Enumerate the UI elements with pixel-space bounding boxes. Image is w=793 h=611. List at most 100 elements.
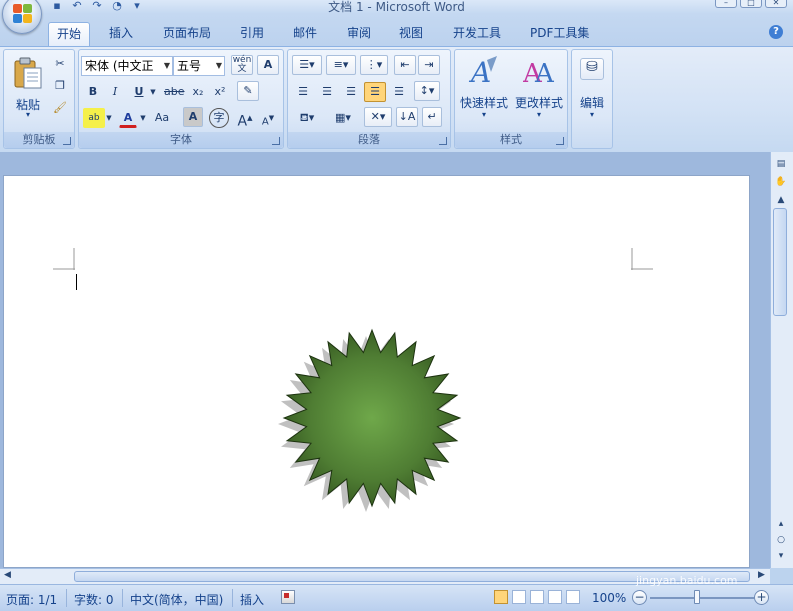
shrink-font-label: A xyxy=(261,116,269,128)
editing-button[interactable]: ⛁ 编辑 ▾ xyxy=(573,54,611,124)
close-button[interactable]: ✕ xyxy=(765,0,787,8)
paragraph-launcher-icon[interactable] xyxy=(439,137,447,145)
maximize-button[interactable]: □ xyxy=(740,0,762,8)
web-layout-icon[interactable] xyxy=(530,590,544,604)
scroll-right-icon[interactable]: ▶ xyxy=(758,570,765,580)
shading-icon[interactable]: ⛾▾ xyxy=(292,108,322,128)
underline-dropdown-icon[interactable]: ▼ xyxy=(149,82,157,102)
minimize-button[interactable]: – xyxy=(715,0,737,8)
grow-font-button[interactable]: A▲ xyxy=(235,108,255,130)
align-center-icon[interactable]: ☰ xyxy=(316,82,338,102)
word-count[interactable]: 字数: 0 xyxy=(74,591,114,608)
numbering-icon[interactable]: ≡▾ xyxy=(326,55,356,75)
multilevel-list-icon[interactable]: ⋮▾ xyxy=(360,55,388,75)
line-spacing-icon[interactable]: ↕▾ xyxy=(414,81,440,101)
highlight-icon[interactable]: ab xyxy=(83,108,105,128)
quick-styles-button[interactable]: A 快速样式 ▾ xyxy=(457,54,511,122)
styles-launcher-icon[interactable] xyxy=(556,137,564,145)
tab-home[interactable]: 开始 xyxy=(48,22,91,46)
help-icon[interactable]: ? xyxy=(769,25,783,39)
zoom-slider-track[interactable] xyxy=(650,597,754,599)
justify-icon[interactable]: ☰ xyxy=(364,82,386,102)
previous-page-icon[interactable]: ▴ xyxy=(774,518,788,530)
full-screen-reading-icon[interactable] xyxy=(512,590,526,604)
undo-icon[interactable]: ↶ xyxy=(70,0,84,12)
borders-icon[interactable]: ▦▾ xyxy=(328,108,358,128)
clipboard-launcher-icon[interactable] xyxy=(63,137,71,145)
font-name-select[interactable]: 宋体 (中文正 ▼ xyxy=(81,56,173,76)
format-painter-icon[interactable]: 🖌 xyxy=(50,98,70,118)
margin-corner-top-left xyxy=(53,248,75,270)
insert-mode[interactable]: 插入 xyxy=(240,591,264,608)
sort-icon[interactable]: ↓A xyxy=(396,107,418,127)
character-border-button[interactable]: A xyxy=(257,55,279,75)
scroll-left-icon[interactable]: ◀ xyxy=(4,570,11,580)
superscript-button[interactable]: x² xyxy=(211,82,229,102)
decrease-indent-icon[interactable]: ⇤ xyxy=(394,55,416,75)
tab-mailings[interactable]: 邮件 xyxy=(285,22,325,46)
strikethrough-button[interactable]: abe xyxy=(163,82,185,102)
tab-pdf-tools[interactable]: PDF工具集 xyxy=(522,22,597,46)
paste-dropdown-icon[interactable]: ▾ xyxy=(8,110,48,119)
hand-icon[interactable]: ✋ xyxy=(774,176,788,188)
tab-view[interactable]: 视图 xyxy=(391,22,431,46)
print-preview-icon[interactable]: ◔ xyxy=(110,0,124,12)
ruler-toggle-icon[interactable]: ▤ xyxy=(774,158,788,170)
scroll-up-icon[interactable]: ▲ xyxy=(774,194,788,206)
zoom-level[interactable]: 100% xyxy=(592,591,626,605)
select-browse-object-icon[interactable]: ○ xyxy=(774,534,788,546)
bold-button[interactable]: B xyxy=(85,82,101,102)
customize-icon[interactable]: ▾ xyxy=(130,0,144,12)
character-shading-button[interactable]: A xyxy=(183,107,203,127)
chinese-layout-icon[interactable]: ✕▾ xyxy=(364,107,392,127)
shrink-font-button[interactable]: A▼ xyxy=(259,108,277,128)
distributed-icon[interactable]: ☰ xyxy=(388,82,410,102)
underline-button[interactable]: U xyxy=(131,82,147,102)
editing-label: 编辑 xyxy=(579,96,604,110)
cut-icon[interactable]: ✂ xyxy=(50,54,70,74)
font-launcher-icon[interactable] xyxy=(272,137,280,145)
print-layout-view-icon[interactable] xyxy=(494,590,508,604)
save-icon[interactable]: ▪ xyxy=(50,0,64,12)
increase-indent-icon[interactable]: ⇥ xyxy=(418,55,440,75)
outline-view-icon[interactable] xyxy=(548,590,562,604)
paragraph-group: ☰▾ ≡▾ ⋮▾ ⇤ ⇥ ☰ ☰ ☰ ☰ ☰ ↕▾ ⛾▾ ▦▾ ✕▾ ↓A ↵ … xyxy=(287,49,451,149)
tab-references[interactable]: 引用 xyxy=(232,22,272,46)
tab-insert[interactable]: 插入 xyxy=(101,22,141,46)
change-styles-button[interactable]: A A 更改样式 ▾ xyxy=(511,54,567,122)
subscript-button[interactable]: x₂ xyxy=(189,82,207,102)
copy-icon[interactable]: ❐ xyxy=(50,76,70,96)
font-color-icon[interactable]: A xyxy=(119,108,137,128)
paste-button[interactable]: 粘贴 ▾ xyxy=(8,54,48,122)
show-marks-icon[interactable]: ↵ xyxy=(422,107,442,127)
vertical-scroll-thumb[interactable] xyxy=(773,208,787,316)
zoom-slider-thumb[interactable] xyxy=(694,590,700,604)
vertical-scrollbar[interactable]: ▤ ✋ ▲ ▴ ○ ▾ xyxy=(770,152,793,568)
clear-formatting-icon[interactable]: ✎ xyxy=(237,81,259,101)
font-color-dropdown-icon[interactable]: ▼ xyxy=(139,108,147,128)
font-size-select[interactable]: 五号 ▼ xyxy=(173,56,225,76)
zoom-out-icon[interactable]: − xyxy=(632,590,647,605)
language-indicator[interactable]: 中文(简体，中国) xyxy=(130,591,223,608)
zoom-in-icon[interactable]: + xyxy=(754,590,769,605)
page-count[interactable]: 页面: 1/1 xyxy=(6,591,57,608)
phonetic-guide-button[interactable]: wén 文 xyxy=(231,55,253,75)
tab-page-layout[interactable]: 页面布局 xyxy=(155,22,219,46)
highlight-dropdown-icon[interactable]: ▼ xyxy=(105,108,113,128)
enclose-characters-button[interactable]: 字 xyxy=(209,108,229,128)
macro-record-icon[interactable] xyxy=(281,590,295,604)
bullets-icon[interactable]: ☰▾ xyxy=(292,55,322,75)
align-right-icon[interactable]: ☰ xyxy=(340,82,362,102)
font-size-value: 五号 xyxy=(177,59,202,73)
redo-icon[interactable]: ↷ xyxy=(90,0,104,12)
italic-button[interactable]: I xyxy=(107,82,123,102)
align-left-icon[interactable]: ☰ xyxy=(292,82,314,102)
window-controls: – □ ✕ xyxy=(715,0,787,8)
tab-developer[interactable]: 开发工具 xyxy=(445,22,509,46)
tab-review[interactable]: 审阅 xyxy=(339,22,379,46)
change-case-button[interactable]: Aa xyxy=(151,108,173,128)
title-bar: 文档 1 - Microsoft Word ▪ ↶ ↷ ◔ ▾ – □ ✕ xyxy=(0,0,793,14)
star-shape[interactable] xyxy=(272,318,472,518)
next-page-icon[interactable]: ▾ xyxy=(774,550,788,562)
draft-view-icon[interactable] xyxy=(566,590,580,604)
